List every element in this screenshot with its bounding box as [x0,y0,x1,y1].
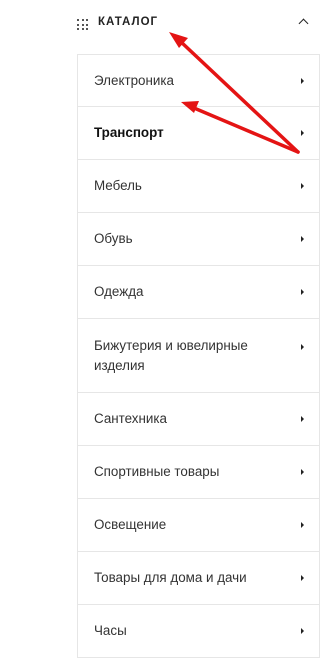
caret-right-icon [301,183,304,189]
menu-item-label: Обувь [94,231,133,246]
menu-item-jewelry[interactable]: Бижутерия и ювелирные изделия [78,319,319,393]
caret-right-icon [301,130,304,136]
menu-item-shoes[interactable]: Обувь [78,213,319,266]
menu-item-clothing[interactable]: Одежда [78,266,319,319]
caret-right-icon [301,416,304,422]
menu-item-label: Электроника [94,72,174,88]
menu-item-label: Транспорт [94,125,164,140]
menu-item-label: Мебель [94,178,142,193]
menu-item-furniture[interactable]: Мебель [78,160,319,213]
caret-right-icon [301,469,304,475]
caret-right-icon [301,77,304,84]
catalog-menu: Электроника Транспорт Мебель Обувь Одежд… [77,54,320,658]
menu-item-label: Бижутерия и ювелирные изделия [94,337,248,373]
menu-item-label: Спортивные товары [94,464,220,479]
menu-item-sports[interactable]: Спортивные товары [78,446,319,499]
menu-item-plumbing[interactable]: Сантехника [78,393,319,446]
chevron-up-icon[interactable] [298,18,309,29]
menu-item-lighting[interactable]: Освещение [78,499,319,552]
menu-item-home-garden[interactable]: Товары для дома и дачи [78,552,319,605]
menu-item-electronics[interactable]: Электроника [78,54,319,107]
catalog-header[interactable]: КАТАЛОГ [0,0,330,50]
catalog-title: КАТАЛОГ [98,16,159,28]
caret-right-icon [301,344,304,350]
caret-right-icon [301,628,304,634]
caret-right-icon [301,522,304,528]
menu-item-transport[interactable]: Транспорт [78,107,319,160]
caret-right-icon [301,289,304,295]
menu-item-watches[interactable]: Часы [78,605,319,658]
menu-item-label: Одежда [94,284,144,299]
caret-right-icon [301,236,304,242]
menu-item-label: Часы [94,623,127,638]
grid-icon [77,19,88,30]
menu-item-label: Товары для дома и дачи [94,570,247,585]
menu-item-label: Освещение [94,517,167,532]
caret-right-icon [301,575,304,581]
menu-item-label: Сантехника [94,411,167,426]
